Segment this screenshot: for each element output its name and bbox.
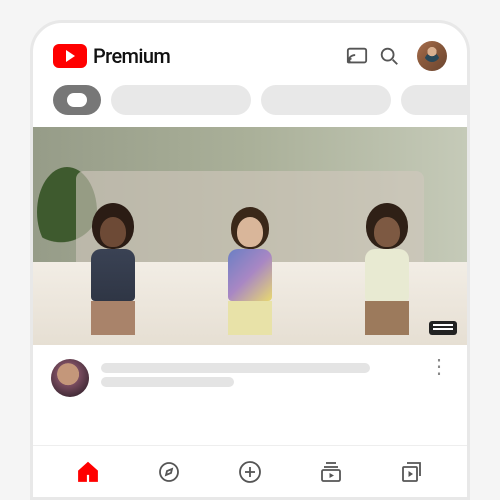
more-options-icon[interactable]: ⋮ — [429, 359, 449, 373]
channel-avatar[interactable] — [51, 359, 89, 397]
youtube-play-icon — [53, 44, 87, 68]
cast-icon[interactable] — [345, 44, 369, 68]
nav-explore[interactable] — [155, 458, 183, 486]
video-thumbnail[interactable] — [33, 127, 467, 345]
nav-home[interactable] — [74, 458, 102, 486]
nav-subscriptions[interactable] — [317, 458, 345, 486]
app-header: Premium — [33, 23, 467, 81]
youtube-logo[interactable]: Premium — [53, 44, 170, 68]
chip-placeholder[interactable] — [261, 85, 391, 115]
search-icon[interactable] — [377, 44, 401, 68]
video-title-block[interactable] — [101, 359, 417, 391]
video-meta-row: ⋮ — [33, 345, 467, 407]
account-avatar[interactable] — [417, 41, 447, 71]
nav-library[interactable] — [398, 458, 426, 486]
chip-placeholder[interactable] — [401, 85, 467, 115]
nav-create[interactable] — [236, 458, 264, 486]
filter-chip-row[interactable] — [33, 81, 467, 127]
captions-icon[interactable] — [429, 321, 457, 335]
chip-placeholder[interactable] — [111, 85, 251, 115]
chip-explore-active[interactable] — [53, 85, 101, 115]
phone-frame: Premium — [30, 20, 470, 500]
brand-text: Premium — [93, 44, 170, 68]
bottom-nav — [33, 445, 467, 497]
subtitle-placeholder — [101, 377, 234, 387]
title-placeholder — [101, 363, 370, 373]
